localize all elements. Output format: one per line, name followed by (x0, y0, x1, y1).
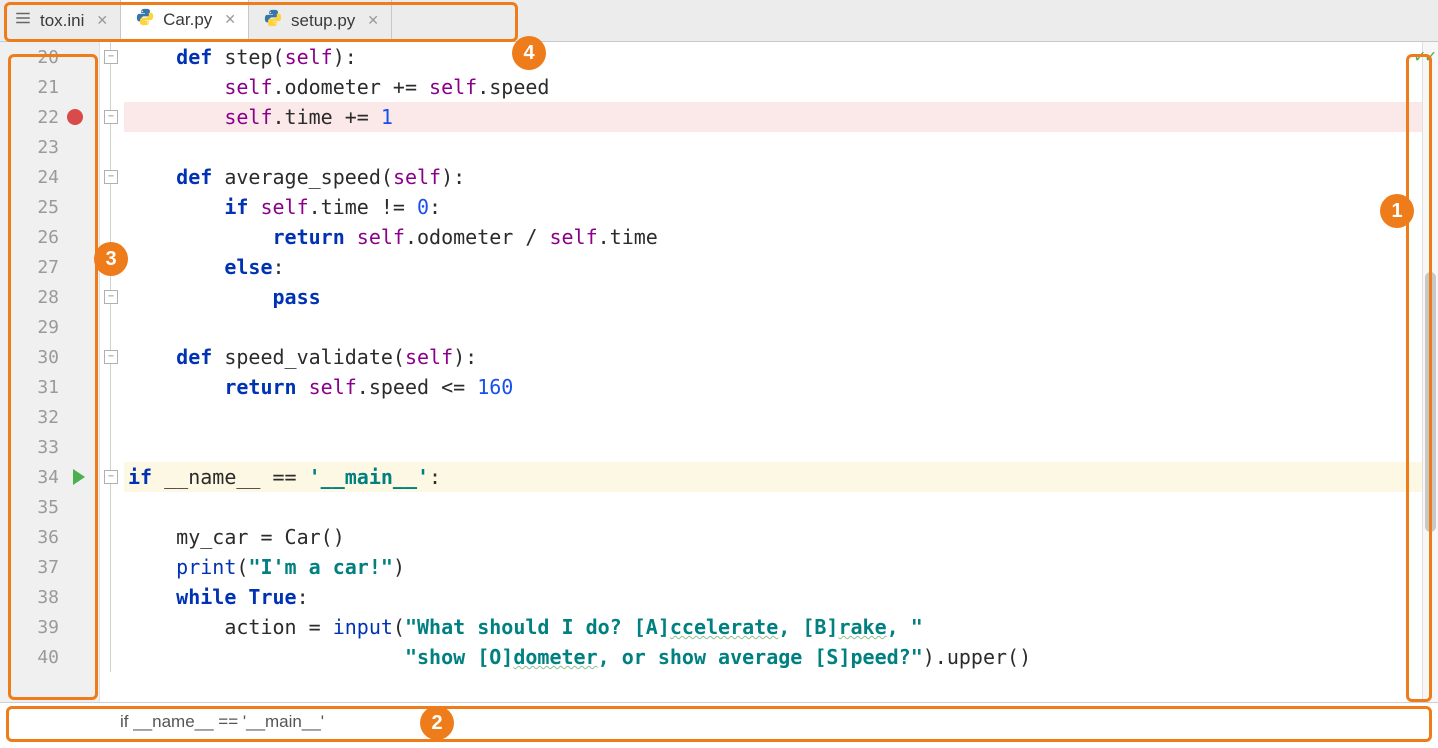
fold-toggle-icon[interactable]: − (104, 470, 118, 484)
code-line[interactable] (124, 132, 1422, 162)
line-number[interactable]: 22 (0, 102, 99, 132)
editor: 2021222324252627282930313233343536373839… (0, 42, 1438, 702)
line-number[interactable]: 36 (0, 522, 99, 552)
code-line[interactable]: def average_speed(self): (124, 162, 1422, 192)
code-line[interactable] (124, 432, 1422, 462)
code-line[interactable]: if self.time != 0: (124, 192, 1422, 222)
code-line[interactable]: if __name__ == '__main__': (124, 462, 1422, 492)
breadcrumb-text: if __name__ == '__main__' (120, 712, 324, 732)
fold-strip[interactable]: − − − − − − (100, 42, 124, 702)
code-area[interactable]: def step(self): self.odometer += self.sp… (124, 42, 1422, 702)
code-line[interactable] (124, 492, 1422, 522)
line-number[interactable]: 30 (0, 342, 99, 372)
close-icon[interactable]: ✕ (96, 12, 108, 29)
line-number[interactable]: 20 (0, 42, 99, 72)
tab-label: setup.py (291, 11, 355, 31)
code-line[interactable]: return self.odometer / self.time (124, 222, 1422, 252)
line-number[interactable]: 27 (0, 252, 99, 282)
scrollbar-thumb[interactable] (1425, 272, 1436, 532)
close-icon[interactable]: ✕ (367, 12, 379, 29)
ini-file-icon (14, 9, 32, 32)
run-gutter-icon[interactable] (73, 469, 85, 485)
line-number[interactable]: 38 (0, 582, 99, 612)
fold-toggle-icon[interactable]: − (104, 170, 118, 184)
tab-setup-py[interactable]: setup.py ✕ (249, 0, 392, 41)
tab-label: Car.py (163, 10, 212, 30)
line-number[interactable]: 24 (0, 162, 99, 192)
line-number[interactable]: 23 (0, 132, 99, 162)
scrollbar-track[interactable]: ✓✓ (1422, 42, 1438, 702)
line-number[interactable]: 35 (0, 492, 99, 522)
code-line[interactable]: self.time += 1 (124, 102, 1422, 132)
code-line[interactable]: else: (124, 252, 1422, 282)
line-number[interactable]: 37 (0, 552, 99, 582)
code-line[interactable]: while True: (124, 582, 1422, 612)
fold-toggle-icon[interactable]: − (104, 350, 118, 364)
code-line[interactable] (124, 312, 1422, 342)
line-number[interactable]: 40 (0, 642, 99, 672)
line-number[interactable]: 32 (0, 402, 99, 432)
code-line[interactable]: pass (124, 282, 1422, 312)
line-number[interactable]: 31 (0, 372, 99, 402)
gutter[interactable]: 2021222324252627282930313233343536373839… (0, 42, 100, 702)
line-number[interactable]: 25 (0, 192, 99, 222)
fold-toggle-icon[interactable]: − (104, 290, 118, 304)
line-number[interactable]: 39 (0, 612, 99, 642)
fold-toggle-icon[interactable]: − (104, 50, 118, 64)
python-file-icon (135, 7, 155, 32)
code-line[interactable] (124, 402, 1422, 432)
tab-tox-ini[interactable]: tox.ini ✕ (0, 0, 121, 41)
line-number[interactable]: 29 (0, 312, 99, 342)
code-line[interactable]: self.odometer += self.speed (124, 72, 1422, 102)
code-line[interactable]: def speed_validate(self): (124, 342, 1422, 372)
line-number[interactable]: 33 (0, 432, 99, 462)
line-number[interactable]: 21 (0, 72, 99, 102)
line-number[interactable]: 26 (0, 222, 99, 252)
code-line[interactable]: print("I'm a car!") (124, 552, 1422, 582)
code-line[interactable]: "show [O]dometer, or show average [S]pee… (124, 642, 1422, 672)
code-line[interactable]: action = input("What should I do? [A]cce… (124, 612, 1422, 642)
close-icon[interactable]: ✕ (224, 11, 236, 28)
tab-Car-py[interactable]: Car.py ✕ (121, 0, 249, 42)
fold-toggle-icon[interactable]: − (104, 110, 118, 124)
validation-ok-icon: ✓✓ (1414, 46, 1436, 67)
breakpoint-icon[interactable] (67, 109, 83, 125)
code-line[interactable]: return self.speed <= 160 (124, 372, 1422, 402)
editor-tab-bar: tox.ini ✕ Car.py ✕ setup.py ✕ (0, 0, 1438, 42)
line-number[interactable]: 34 (0, 462, 99, 492)
python-file-icon (263, 8, 283, 33)
breadcrumb-bar[interactable]: if __name__ == '__main__' (0, 702, 1438, 740)
code-line[interactable]: my_car = Car() (124, 522, 1422, 552)
tab-label: tox.ini (40, 11, 84, 31)
line-number[interactable]: 28 (0, 282, 99, 312)
code-line[interactable]: def step(self): (124, 42, 1422, 72)
